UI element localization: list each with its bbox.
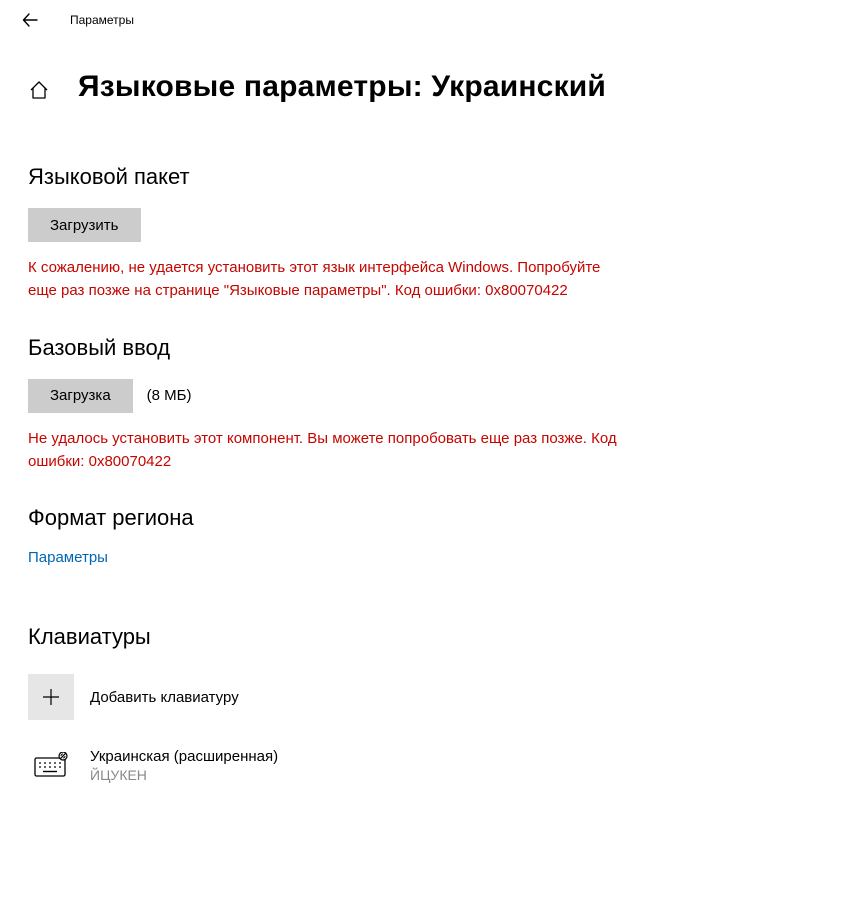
keyboard-icon <box>34 752 68 778</box>
keyboard-icon-wrap <box>28 742 74 788</box>
section-heading-region-format: Формат региона <box>28 505 830 531</box>
region-format-link[interactable]: Параметры <box>28 549 108 566</box>
home-button[interactable] <box>28 79 50 101</box>
keyboard-item[interactable]: Украинская (расширенная) ЙЦУКЕН <box>28 742 830 788</box>
basic-input-error: Не удалось установить этот компонент. Вы… <box>28 427 628 474</box>
section-heading-keyboards: Клавиатуры <box>28 624 830 650</box>
titlebar: Параметры <box>0 0 858 40</box>
section-heading-language-pack: Языковой пакет <box>28 164 830 190</box>
titlebar-title: Параметры <box>70 13 134 27</box>
add-keyboard-button[interactable]: Добавить клавиатуру <box>28 674 830 720</box>
plus-box <box>28 674 74 720</box>
downloading-button[interactable]: Загрузка <box>28 379 133 413</box>
language-pack-error: К сожалению, не удается установить этот … <box>28 256 628 303</box>
back-button[interactable] <box>20 10 40 30</box>
section-heading-basic-input: Базовый ввод <box>28 335 830 361</box>
download-button[interactable]: Загрузить <box>28 208 141 242</box>
keyboard-name: Украинская (расширенная) <box>90 748 278 765</box>
add-keyboard-label: Добавить клавиатуру <box>90 689 239 706</box>
keyboard-layout: ЙЦУКЕН <box>90 767 278 783</box>
basic-input-size: (8 МБ) <box>147 387 192 404</box>
page-title: Языковые параметры: Украинский <box>78 70 606 104</box>
plus-icon <box>41 687 61 707</box>
home-icon <box>28 79 50 101</box>
page-heading-row: Языковые параметры: Украинский <box>28 70 830 104</box>
arrow-left-icon <box>22 12 38 28</box>
